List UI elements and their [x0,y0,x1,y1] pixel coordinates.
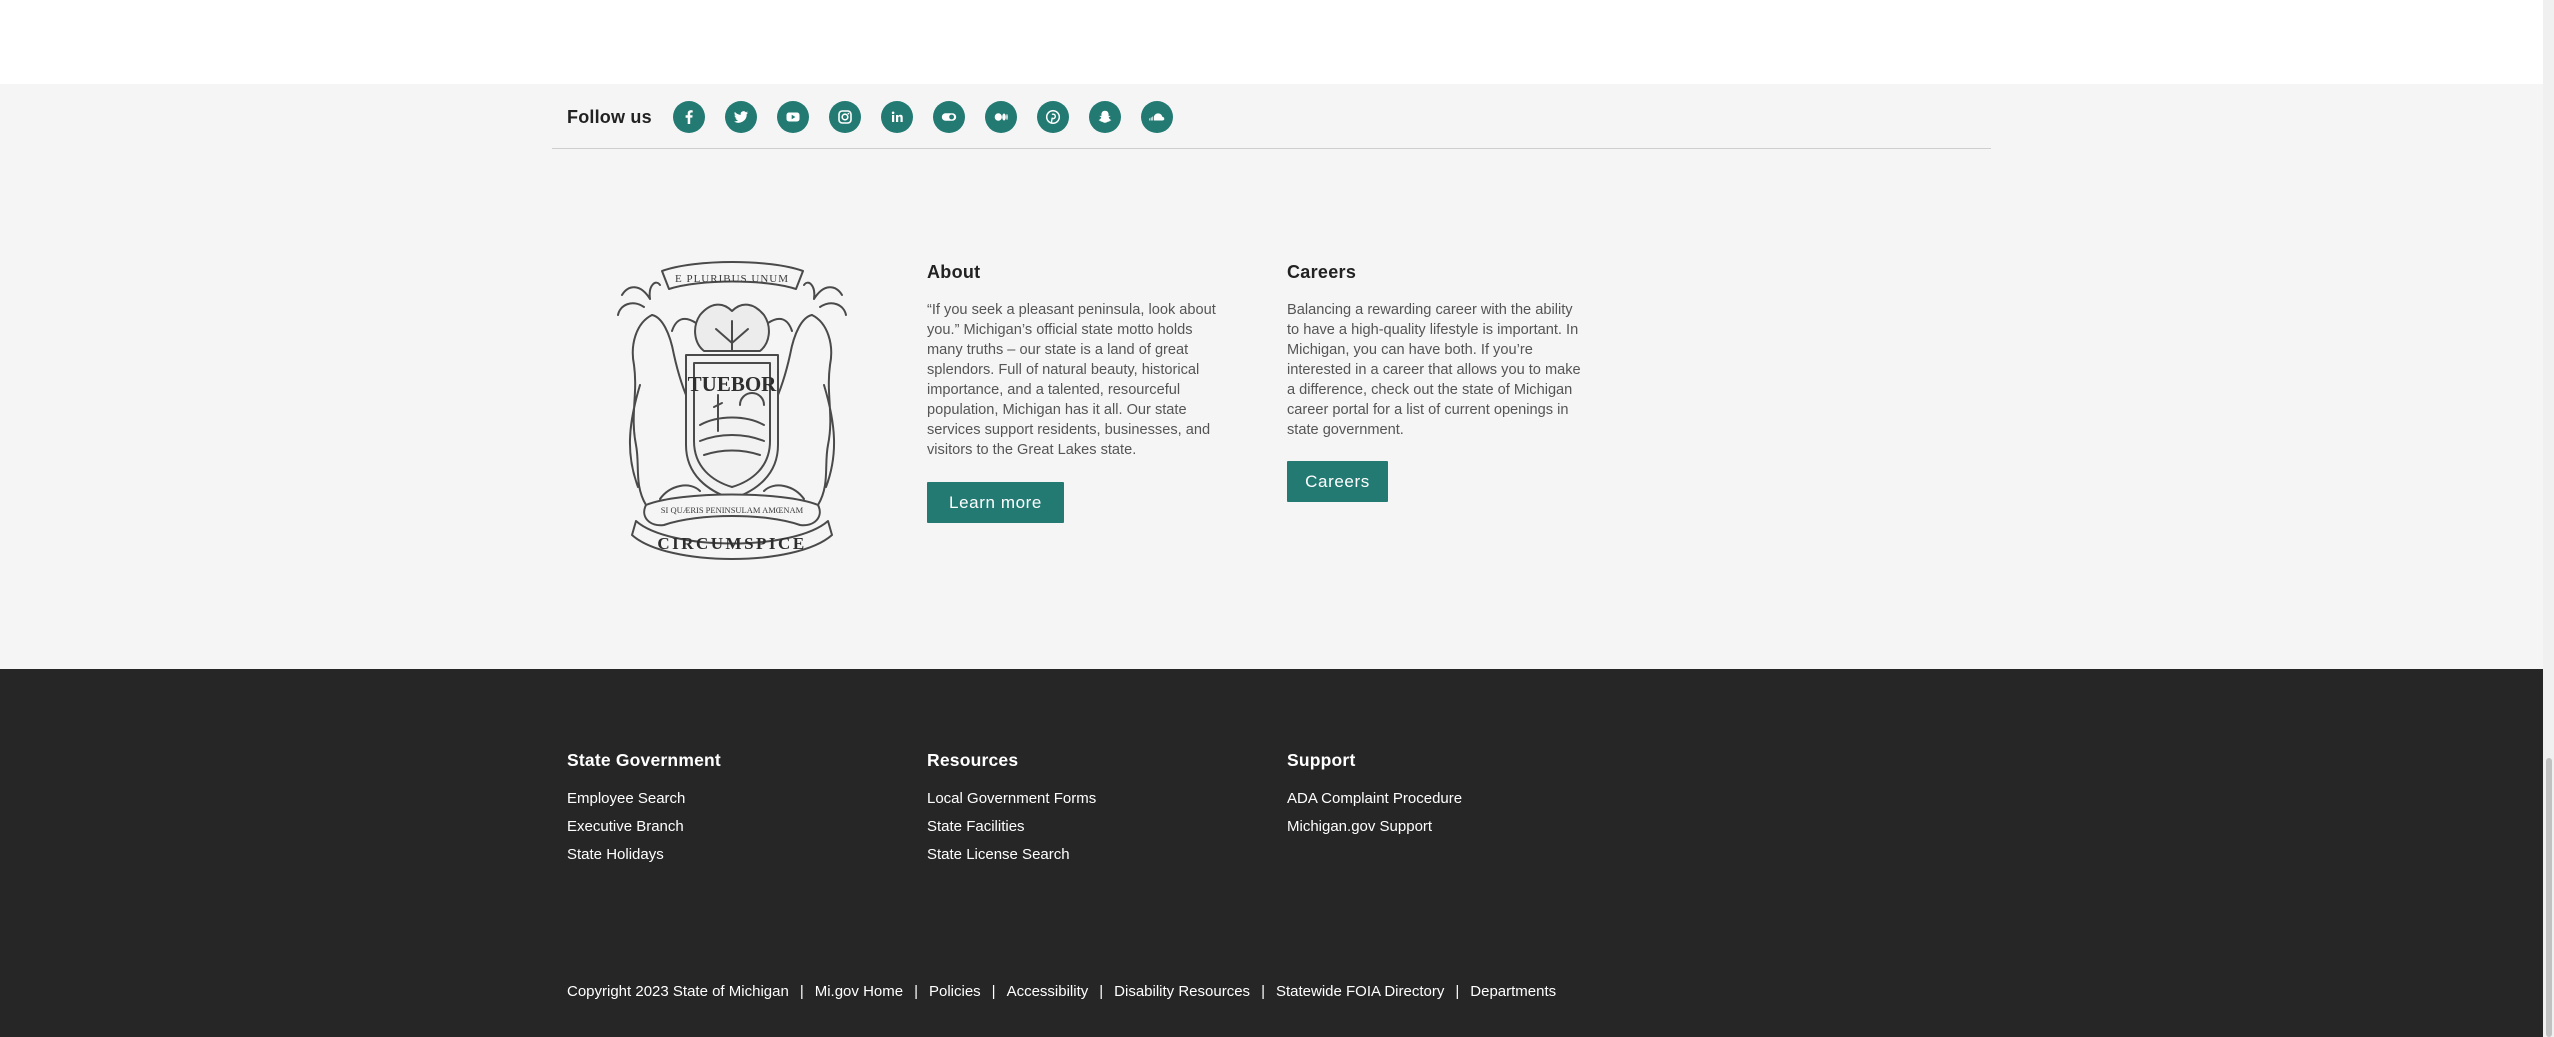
flickr-icon[interactable] [932,101,965,133]
scrollbar-thumb[interactable] [2546,758,2552,1037]
footer-link-state-holidays[interactable]: State Holidays [567,841,685,869]
legal-separator: | [1455,983,1460,1000]
svg-text:TUEBOR: TUEBOR [688,372,778,396]
footer-link-state-facilities[interactable]: State Facilities [927,813,1096,841]
instagram-icon[interactable] [828,101,861,133]
about-line: splendors. Full of natural beauty, histo… [927,362,1200,378]
follow-divider [552,148,1991,149]
follow-us-row: Follow us [567,97,1193,137]
footer-dark-section [0,669,2543,1037]
state-government-links: Employee Search Executive Branch State H… [567,785,685,869]
youtube-icon[interactable] [776,101,809,133]
about-line: visitors to the Great Lakes state. [927,442,1137,458]
about-line: services support residents, businesses, … [927,422,1211,438]
svg-text:CIRCUMSPICE: CIRCUMSPICE [657,534,806,553]
svg-text:E PLURIBUS UNUM: E PLURIBUS UNUM [675,273,789,285]
legal-separator: | [991,983,996,1000]
state-government-heading: State Government [567,750,721,770]
soundcloud-icon[interactable] [1140,101,1173,133]
footer-link-state-license-search[interactable]: State License Search [927,841,1096,869]
legal-link-disability-resources[interactable]: Disability Resources [1114,983,1250,1000]
legal-separator: | [914,983,918,1000]
careers-line: Michigan, you can have both. If you’re [1287,342,1533,358]
snapchat-icon[interactable] [1088,101,1121,133]
careers-line: state government. [1287,422,1404,438]
resources-links: Local Government Forms State Facilities … [927,785,1096,869]
footer-link-employee-search[interactable]: Employee Search [567,785,685,813]
legal-separator: | [1099,983,1104,1000]
footer-link-executive-branch[interactable]: Executive Branch [567,813,685,841]
michigan-state-seal: E PLURIBUS UNUM TUEBOR SI QUÆRIS PENINSU… [617,261,847,560]
footer-light-section [0,84,2543,669]
svg-text:SI QUÆRIS PENINSULAM AMŒNAM: SI QUÆRIS PENINSULAM AMŒNAM [661,505,804,515]
careers-text: Balancing a rewarding career with the ab… [1287,300,1581,440]
facebook-icon[interactable] [672,101,705,133]
legal-link-foia-directory[interactable]: Statewide FOIA Directory [1276,983,1444,1000]
legal-link-accessibility[interactable]: Accessibility [1007,983,1089,1000]
careers-heading: Careers [1287,262,1357,282]
careers-line: Balancing a rewarding career with the ab… [1287,302,1573,318]
about-line: “If you seek a pleasant peninsula, look … [927,302,1216,318]
about-heading: About [927,262,981,282]
about-line: you.” Michigan’s official state motto ho… [927,322,1193,338]
follow-us-label: Follow us [567,106,652,127]
learn-more-button[interactable]: Learn more [927,482,1064,523]
support-heading: Support [1287,750,1356,770]
medium-icon[interactable] [984,101,1017,133]
legal-separator: | [799,983,804,1000]
page-top-blank [0,0,2543,84]
twitter-icon[interactable] [724,101,757,133]
footer-link-michigan-gov-support[interactable]: Michigan.gov Support [1287,813,1462,841]
careers-line: to have a high-quality lifestyle is impo… [1287,322,1579,338]
copyright-text: Copyright 2023 State of Michigan [567,983,789,1000]
careers-button[interactable]: Careers [1287,461,1388,502]
about-text: “If you seek a pleasant peninsula, look … [927,300,1216,460]
footer-link-local-government-forms[interactable]: Local Government Forms [927,785,1096,813]
about-line: importance, and a talented, resourceful [927,382,1181,398]
legal-link-migov-home[interactable]: Mi.gov Home [815,983,903,1000]
legal-link-departments[interactable]: Departments [1470,983,1556,1000]
resources-heading: Resources [927,750,1019,770]
legal-bar: Copyright 2023 State of Michigan | Mi.go… [567,983,1556,1000]
about-line: population, Michigan has it all. Our sta… [927,402,1187,418]
about-line: many truths – our state is a land of gre… [927,342,1189,358]
footer-link-ada-complaint[interactable]: ADA Complaint Procedure [1287,785,1462,813]
support-links: ADA Complaint Procedure Michigan.gov Sup… [1287,785,1462,841]
legal-link-policies[interactable]: Policies [929,983,981,1000]
legal-separator: | [1261,983,1265,1000]
careers-line: interested in a career that allows you t… [1287,362,1581,378]
linkedin-icon[interactable] [880,101,913,133]
pinterest-icon[interactable] [1036,101,1069,133]
careers-line: career portal for a list of current open… [1287,402,1569,418]
careers-line: a difference, check out the state of Mic… [1287,382,1573,398]
